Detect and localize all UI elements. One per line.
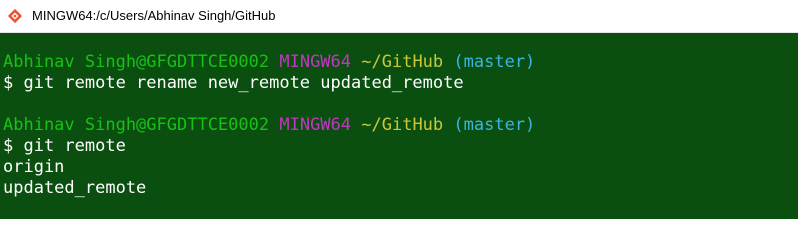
window-title: MINGW64:/c/Users/Abhinav Singh/GitHub [32, 8, 276, 23]
prompt-line-2: Abhinav Singh@GFGDTTCE0002 MINGW64 ~/Git… [3, 115, 535, 136]
command-line-1: $ git remote rename new_remote updated_r… [3, 73, 464, 93]
terminal-window: MINGW64:/c/Users/Abhinav Singh/GitHub Ab… [0, 0, 798, 219]
title-bar[interactable]: MINGW64:/c/Users/Abhinav Singh/GitHub [0, 0, 798, 33]
prompt-line-1: Abhinav Singh@GFGDTTCE0002 MINGW64 ~/Git… [3, 52, 535, 73]
git-bash-icon [7, 8, 23, 24]
prompt-user-host: Abhinav Singh@GFGDTTCE0002 [3, 115, 270, 135]
prompt-env: MINGW64 [279, 115, 352, 135]
command-line-2: $ git remote [3, 136, 126, 156]
terminal-area[interactable]: Abhinav Singh@GFGDTTCE0002 MINGW64 ~/Git… [0, 33, 798, 219]
prompt-branch: (master) [453, 52, 536, 72]
prompt-branch: (master) [453, 115, 536, 135]
prompt-env: MINGW64 [279, 52, 352, 72]
output-line: origin [3, 157, 65, 177]
output-line: updated_remote [3, 178, 147, 198]
prompt-path: ~/GitHub [361, 52, 444, 72]
prompt-user-host: Abhinav Singh@GFGDTTCE0002 [3, 52, 270, 72]
prompt-path: ~/GitHub [361, 115, 444, 135]
